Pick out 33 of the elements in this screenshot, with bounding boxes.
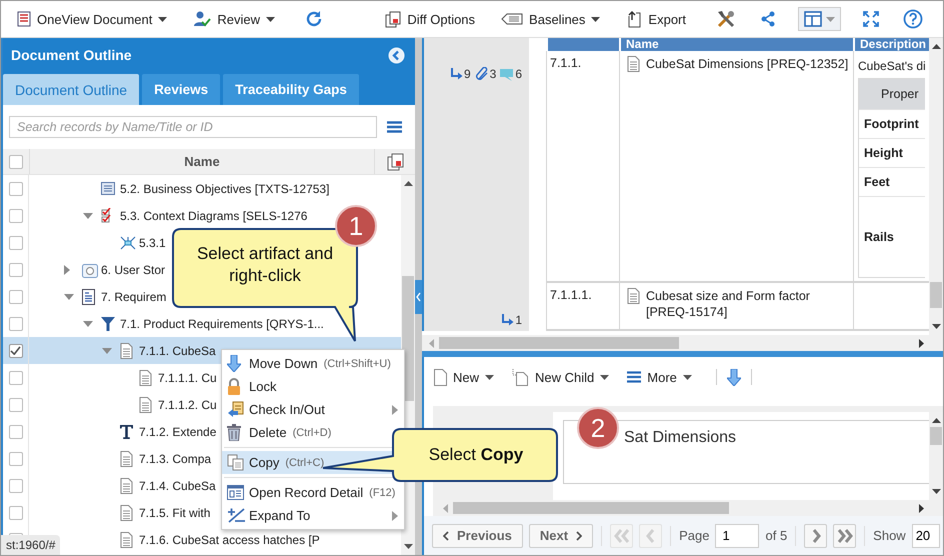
page-label: Page [679, 528, 710, 543]
table-cell: Feet [859, 167, 925, 196]
tree-item-label: 7.1.5. Fit with [139, 506, 210, 520]
tree-item-label: 7.1. Product Requirements [QRYS-1... [120, 316, 324, 330]
tree-item-label: 6. User Stor [101, 262, 166, 276]
table-cell: 7.1.1.1. [550, 288, 592, 302]
tree-item-label: 5.2. Business Objectives [TXTS-12753] [120, 182, 330, 196]
table-cell: Rails [859, 196, 925, 277]
table-cell: Footprint [859, 109, 925, 138]
tree-item-label: 7.1.1.1. Cu [158, 370, 217, 384]
tree-item-label: 7.1.2. Extende [139, 424, 216, 438]
step-badge-tooltip: 1 [335, 205, 377, 247]
show-label: Show [873, 528, 906, 543]
status-url-tooltip: st:1960/# [1, 535, 60, 555]
tree-item-label: 7. Requirem [101, 290, 166, 304]
tree-item-label: 7.1.4. CubeSa [139, 478, 216, 492]
table-cell-text: Cubesat size and Form factor [PREQ-15174] [646, 288, 811, 320]
tree-item-label: 5.3.1 [139, 236, 166, 250]
shortcut-text: (F12) [369, 486, 396, 498]
shortcut-text: (Ctrl+D) [292, 426, 332, 438]
tree-item-label: 7.1.1. CubeSa [139, 344, 216, 358]
shortcut-text: (Ctrl+C) [285, 456, 324, 468]
table-cell: CubeSat Dimensions [PREQ-12352] [646, 56, 848, 72]
table-cell: Height [859, 138, 925, 167]
tree-item-label: 7.1.6. CubeSat access hatches [P [139, 532, 320, 546]
table-cell-text: CubeSat's di [858, 58, 925, 75]
tree-item-label: 5.3. Context Diagrams [SELS-1276 [120, 208, 308, 222]
panel-title: Document Outline [11, 47, 132, 63]
page-count: of 5 [765, 528, 788, 543]
table-header-cell: Proper [859, 79, 925, 109]
tree-item-label: 7.1.1.2. Cu [158, 398, 217, 412]
table-cell: 7.1.1. [550, 56, 582, 70]
tree-item-label: 7.1.3. Compa [139, 452, 212, 466]
